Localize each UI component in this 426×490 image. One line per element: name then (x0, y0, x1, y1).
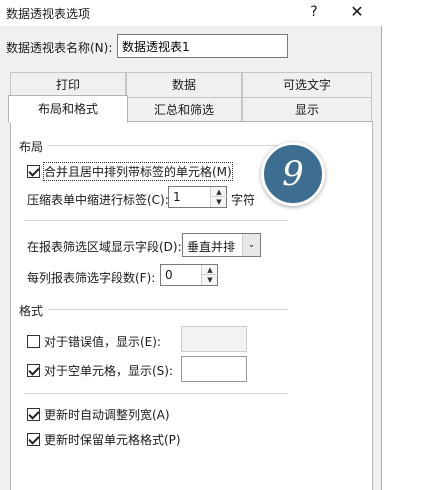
close-icon[interactable]: ✕ (346, 2, 368, 22)
indent-spinner[interactable]: 1 ▲ ▼ (168, 186, 227, 208)
autofit-option[interactable]: 更新时自动调整列宽(A) (27, 406, 170, 423)
indent-value: 1 (173, 190, 181, 204)
spin-down-icon[interactable]: ▼ (211, 197, 227, 207)
filter-count-spinner[interactable]: 0 ▲ ▼ (160, 264, 218, 286)
format-inner-divider (24, 393, 288, 394)
dialog-title: 数据透视表选项 (6, 7, 91, 21)
format-divider (48, 309, 288, 310)
error-value-label: 对于错误值，显示(E): (44, 335, 161, 349)
empty-cell-input[interactable] (181, 356, 247, 382)
filter-count-spin-buttons[interactable]: ▲ ▼ (201, 265, 218, 285)
merge-center-option[interactable]: 合并且居中排列带标签的单元格(M) (27, 162, 233, 181)
merge-center-checkbox[interactable] (27, 165, 40, 178)
preserve-format-label: 更新时保留单元格格式(P) (44, 433, 181, 447)
empty-cell-checkbox[interactable] (27, 364, 40, 377)
step-number-badge: 9 (261, 142, 325, 206)
tab-alt-text[interactable]: 可选文字 (242, 72, 372, 97)
filter-area-value: 垂直并排 (187, 240, 236, 254)
filter-area-select[interactable]: 垂直并排 ⌄ (182, 233, 261, 257)
error-value-checkbox[interactable] (27, 335, 40, 348)
empty-cell-label: 对于空单元格，显示(S): (44, 364, 174, 378)
spin-up-icon[interactable]: ▲ (211, 187, 227, 197)
error-value-input[interactable] (181, 326, 247, 352)
preserve-format-option[interactable]: 更新时保留单元格格式(P) (27, 431, 181, 448)
autofit-label: 更新时自动调整列宽(A) (44, 408, 170, 422)
pivot-options-dialog: 数据透视表选项 ? ✕ 数据透视表名称(N): 打印 数据 可选文字 汇总和筛选… (0, 0, 382, 490)
tab-print[interactable]: 打印 (10, 72, 126, 97)
filter-area-label: 在报表筛选区域显示字段(D): (27, 240, 182, 254)
title-bar: 数据透视表选项 ? ✕ (0, 0, 382, 26)
chevron-down-icon[interactable]: ⌄ (242, 234, 260, 256)
merge-center-label: 合并且居中排列带标签的单元格(M) (43, 162, 233, 181)
preserve-format-checkbox[interactable] (27, 433, 40, 446)
filter-count-label: 每列报表筛选字段数(F): (27, 271, 156, 285)
layout-section-title: 布局 (19, 140, 44, 154)
spin-up-icon[interactable]: ▲ (202, 265, 218, 275)
spin-down-icon[interactable]: ▼ (202, 275, 218, 285)
indent-spin-buttons[interactable]: ▲ ▼ (210, 187, 227, 207)
filter-count-value: 0 (165, 268, 173, 282)
tab-totals-filters[interactable]: 汇总和筛选 (126, 97, 242, 122)
indent-label: 压缩表单中缩进行标签(C): (27, 193, 169, 207)
indent-unit: 字符 (231, 193, 256, 207)
pivot-name-input[interactable] (117, 34, 288, 58)
tab-display[interactable]: 显示 (242, 97, 372, 122)
error-value-option[interactable]: 对于错误值，显示(E): (27, 333, 161, 350)
help-icon[interactable]: ? (304, 2, 324, 22)
layout-inner-divider (24, 220, 288, 221)
pivot-name-label: 数据透视表名称(N): (6, 41, 113, 55)
format-section-title: 格式 (19, 304, 44, 318)
tab-layout-format[interactable]: 布局和格式 (8, 95, 128, 123)
autofit-checkbox[interactable] (27, 408, 40, 421)
layout-divider (48, 145, 288, 146)
tab-data[interactable]: 数据 (126, 72, 242, 97)
empty-cell-option[interactable]: 对于空单元格，显示(S): (27, 362, 173, 379)
